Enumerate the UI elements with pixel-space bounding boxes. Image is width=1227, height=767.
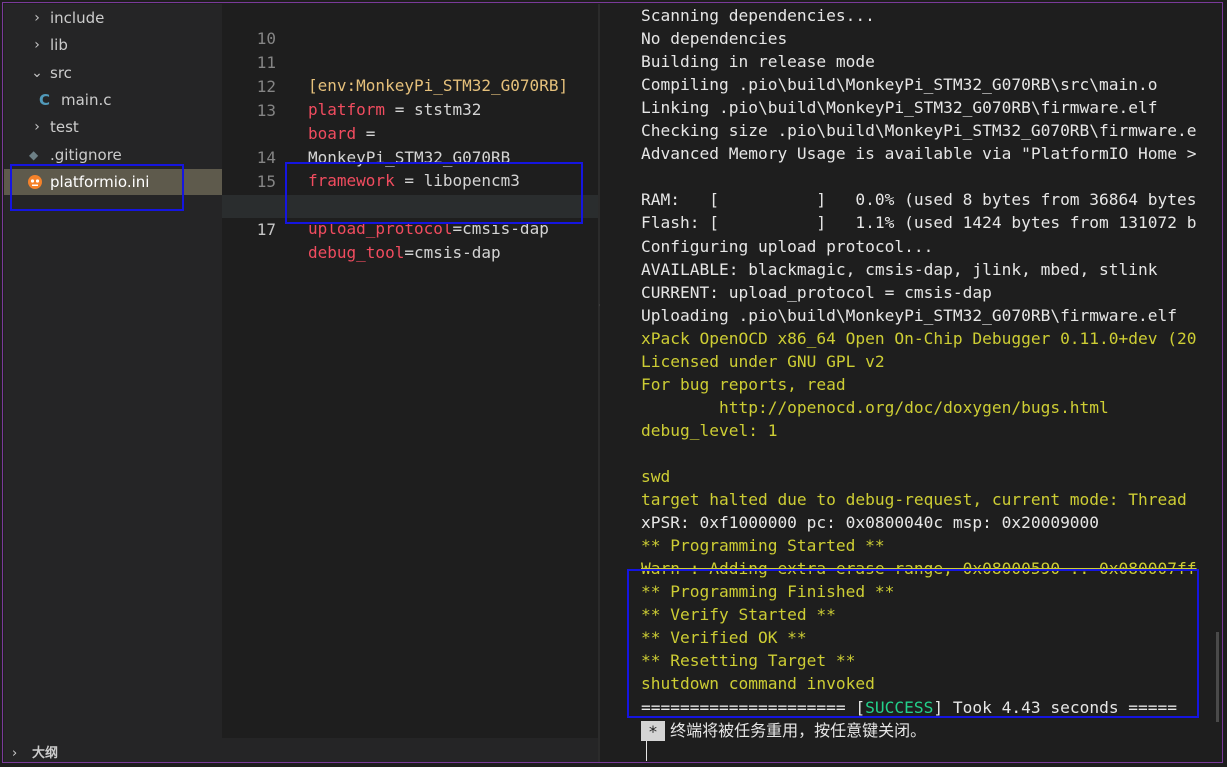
ini-value: =cmsis-dap bbox=[404, 243, 501, 262]
chevron-down-icon: ⌄ bbox=[31, 65, 43, 81]
tree-folder-test[interactable]: › test bbox=[4, 114, 222, 140]
terminal-line: RAM: [ ] 0.0% (used 8 bytes from 36864 b… bbox=[641, 190, 1197, 210]
terminal-caret bbox=[646, 741, 647, 761]
outline-label: 大纲 bbox=[32, 746, 59, 761]
terminal-line: Configuring upload protocol... bbox=[641, 236, 934, 256]
terminal-line: Licensed under GNU GPL v2 bbox=[641, 351, 885, 371]
code-line: 13 board = bbox=[222, 76, 616, 143]
line-number: 17 bbox=[256, 220, 276, 239]
code-line-wrapped: MonkeyPi_STM32_G070RB bbox=[222, 100, 616, 167]
tree-item-label: include bbox=[50, 9, 105, 27]
annotation-box-file bbox=[10, 164, 184, 211]
annotation-box-config bbox=[285, 162, 583, 224]
tree-file-main-c[interactable]: C main.c bbox=[4, 87, 222, 113]
code-editor[interactable]: 10 11 [env:MonkeyPi_STM32_G070RB] 12 pla… bbox=[222, 4, 616, 738]
tree-item-label: lib bbox=[50, 36, 68, 54]
tree-item-label: main.c bbox=[61, 91, 112, 109]
code-line: 11 [env:MonkeyPi_STM32_G070RB] bbox=[222, 28, 616, 95]
terminal-line: ** Programming Started ** bbox=[641, 536, 885, 556]
chevron-right-icon: › bbox=[12, 746, 18, 761]
terminal-line: target halted due to debug-request, curr… bbox=[641, 490, 1187, 510]
code-line: 12 platform = ststm32 bbox=[222, 52, 616, 119]
terminal-line: Compiling .pio\build\MonkeyPi_STM32_G070… bbox=[641, 75, 1158, 95]
code-text: debug_tool=cmsis-dap bbox=[308, 241, 501, 264]
tree-item-label: src bbox=[50, 64, 72, 82]
terminal-line: No dependencies bbox=[641, 29, 788, 49]
terminal-scrollbar[interactable] bbox=[1216, 632, 1219, 722]
terminal-line: http://openocd.org/doc/doxygen/bugs.html bbox=[641, 397, 1109, 417]
code-line: 10 bbox=[222, 4, 616, 48]
terminal-line: Uploading .pio\build\MonkeyPi_STM32_G070… bbox=[641, 305, 1178, 325]
terminal-prompt-line: * 终端将被任务重用，按任意键关闭。 bbox=[641, 719, 926, 742]
c-file-icon: C bbox=[39, 91, 51, 109]
terminal-line: Advanced Memory Usage is available via "… bbox=[641, 144, 1197, 164]
terminal-line: xPSR: 0xf1000000 pc: 0x0800040c msp: 0x2… bbox=[641, 513, 1100, 533]
tree-folder-src[interactable]: ⌄ src bbox=[4, 60, 222, 86]
editor-bottom-panel bbox=[222, 738, 598, 763]
tree-folder-lib[interactable]: › lib bbox=[4, 32, 222, 58]
tree-folder-include[interactable]: › include bbox=[4, 5, 222, 31]
terminal-line: Building in release mode bbox=[641, 52, 875, 72]
prompt-marker: * bbox=[641, 721, 665, 742]
terminal-line: Linking .pio\build\MonkeyPi_STM32_G070RB… bbox=[641, 98, 1158, 118]
terminal-line: AVAILABLE: blackmagic, cmsis-dap, jlink,… bbox=[641, 259, 1158, 279]
outline-section-header[interactable]: › 大纲 bbox=[4, 742, 222, 763]
terminal-line: CURRENT: upload_protocol = cmsis-dap bbox=[641, 282, 992, 302]
annotation-box-output bbox=[627, 569, 1199, 718]
chevron-right-icon: › bbox=[34, 119, 40, 135]
terminal-line: For bug reports, read bbox=[641, 374, 846, 394]
terminal-line: xPack OpenOCD x86_64 Open On-Chip Debugg… bbox=[641, 328, 1197, 348]
terminal-line: swd bbox=[641, 467, 671, 486]
terminal-line: debug_level: 1 bbox=[641, 420, 778, 440]
terminal-line: Flash: [ ] 1.1% (used 1424 bytes from 13… bbox=[641, 213, 1197, 233]
chevron-right-icon: › bbox=[34, 37, 40, 53]
terminal-line: Scanning dependencies... bbox=[641, 6, 875, 25]
prompt-message: 终端将被任务重用，按任意键关闭。 bbox=[665, 720, 927, 740]
chevron-right-icon: › bbox=[34, 10, 40, 26]
explorer-sidebar: › include › lib ⌄ src C main.c › test ◆ … bbox=[4, 4, 222, 763]
tree-item-label: test bbox=[50, 118, 79, 136]
ini-key: debug_tool bbox=[308, 243, 405, 262]
code-line: 14 framework = libopencm3 bbox=[222, 123, 616, 190]
terminal-line: Checking size .pio\build\MonkeyPi_STM32_… bbox=[641, 121, 1197, 141]
